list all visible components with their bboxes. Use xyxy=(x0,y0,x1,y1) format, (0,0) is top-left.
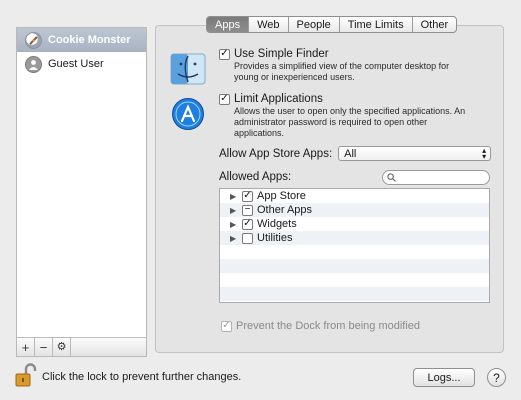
allowed-apps-search[interactable] xyxy=(382,170,490,185)
list-item-widgets[interactable]: ▶ ✓ Widgets xyxy=(220,217,489,231)
list-item-label: Other Apps xyxy=(257,204,313,216)
app-store-apps-select[interactable]: All ▴ ▾ xyxy=(338,145,492,161)
prevent-dock-checkbox[interactable]: ✓ xyxy=(221,320,232,332)
app-store-apps-row: Allow App Store Apps: All ▴ ▾ xyxy=(219,145,492,161)
logs-button[interactable]: Logs... xyxy=(413,368,475,387)
list-item-label: App Store xyxy=(257,190,306,202)
prevent-dock-option: ✓ Prevent the Dock from being modified xyxy=(221,320,420,332)
add-user-button[interactable]: + xyxy=(17,338,35,356)
search-input[interactable] xyxy=(399,172,489,183)
search-icon xyxy=(387,173,396,182)
help-button[interactable]: ? xyxy=(487,368,506,387)
tab-people[interactable]: People xyxy=(289,17,340,32)
simple-finder-label: Use Simple Finder xyxy=(234,48,329,60)
user-list-toolbar: + − ⚙ xyxy=(16,337,147,357)
disclosure-triangle-icon[interactable]: ▶ xyxy=(230,206,238,215)
prevent-dock-label: Prevent the Dock from being modified xyxy=(236,320,421,332)
list-filler-row xyxy=(220,287,489,301)
remove-user-button[interactable]: − xyxy=(35,338,53,356)
lock-message: Click the lock to prevent further change… xyxy=(42,371,242,383)
list-item-label: Widgets xyxy=(257,218,297,230)
user-item-cookie-monster[interactable]: Cookie Monster xyxy=(17,28,146,52)
tab-time-limits[interactable]: Time Limits xyxy=(340,17,413,32)
limit-applications-desc-line: administrator password is required to op… xyxy=(234,117,428,127)
list-item-label: Utilities xyxy=(257,232,293,244)
user-label: Cookie Monster xyxy=(48,34,131,46)
widgets-checkbox[interactable]: ✓ xyxy=(242,218,253,230)
simple-finder-option: ✓ Use Simple Finder Provides a simplifie… xyxy=(219,48,449,83)
limit-applications-label: Limit Applications xyxy=(234,93,323,105)
limit-applications-desc-line: Allows the user to open only the specifi… xyxy=(234,106,466,116)
limit-applications-option: ✓ Limit Applications Allows the user to … xyxy=(219,93,465,139)
app-store-apps-label: Allow App Store Apps: xyxy=(219,147,333,160)
simple-finder-desc-line: Provides a simplified view of the comput… xyxy=(234,61,450,71)
tab-apps[interactable]: Apps xyxy=(207,17,250,32)
chevron-updown-icon: ▴ ▾ xyxy=(482,145,487,161)
finder-icon xyxy=(170,53,206,85)
allowed-apps-list[interactable]: ▶ ✓ App Store ▶ − Other Apps ▶ ✓ Widgets… xyxy=(219,188,490,303)
list-filler-row xyxy=(220,273,489,287)
cookie-icon xyxy=(25,31,42,49)
tab-web[interactable]: Web xyxy=(249,17,289,32)
lock-icon[interactable] xyxy=(15,363,37,387)
list-item-other-apps[interactable]: ▶ − Other Apps xyxy=(220,203,489,217)
simple-finder-desc-line: young or inexperienced users. xyxy=(234,72,355,82)
list-item-app-store[interactable]: ▶ ✓ App Store xyxy=(220,189,489,203)
app-store-apps-value: All xyxy=(344,147,357,160)
list-item-utilities[interactable]: ▶ Utilities xyxy=(220,231,489,245)
list-filler-row xyxy=(220,259,489,273)
utilities-checkbox[interactable] xyxy=(242,232,253,244)
tab-bar: Apps Web People Time Limits Other xyxy=(206,16,458,33)
gear-icon[interactable]: ⚙ xyxy=(53,338,71,356)
allowed-apps-label: Allowed Apps: xyxy=(219,171,292,183)
other-apps-checkbox[interactable]: − xyxy=(242,204,253,216)
user-label: Guest User xyxy=(48,58,104,70)
user-list[interactable]: Cookie Monster Guest User xyxy=(16,27,147,357)
simple-finder-checkbox[interactable]: ✓ xyxy=(219,48,230,60)
disclosure-triangle-icon[interactable]: ▶ xyxy=(230,234,238,243)
tab-other[interactable]: Other xyxy=(413,17,457,32)
limit-applications-checkbox[interactable]: ✓ xyxy=(219,93,230,105)
disclosure-triangle-icon[interactable]: ▶ xyxy=(230,220,238,229)
app-store-icon xyxy=(172,98,204,130)
disclosure-triangle-icon[interactable]: ▶ xyxy=(230,192,238,201)
user-item-guest-user[interactable]: Guest User xyxy=(17,52,146,76)
limit-applications-desc-line: applications. xyxy=(234,128,285,138)
app-store-checkbox[interactable]: ✓ xyxy=(242,190,253,202)
list-filler-row xyxy=(220,245,489,259)
guest-user-icon xyxy=(25,55,42,73)
